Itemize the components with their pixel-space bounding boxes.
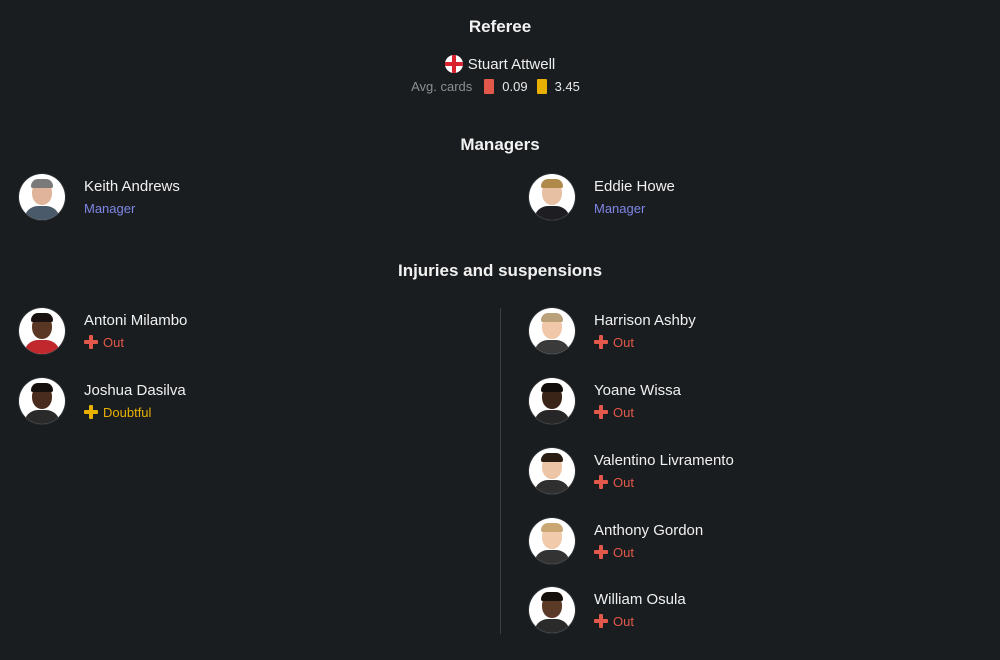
injured-player[interactable]: Anthony Gordon Out [529, 517, 703, 565]
player-avatar [529, 308, 575, 354]
status-out: Out [594, 612, 686, 631]
managers-section-title: Managers [460, 135, 540, 154]
status-label: Out [613, 404, 634, 420]
red-card-icon [484, 79, 495, 94]
player-name: Anthony Gordon [594, 521, 704, 539]
away-manager[interactable]: Eddie Howe Manager [529, 173, 675, 221]
injured-player[interactable]: Valentino Livramento Out [529, 447, 734, 495]
column-divider [500, 308, 501, 634]
manager-avatar [19, 174, 65, 220]
avg-cards-label: Avg. cards [411, 79, 473, 94]
yellow-card-average: 3.45 [554, 79, 580, 94]
status-out: Out [594, 543, 703, 562]
player-avatar [529, 448, 575, 494]
referee-avg-cards: Avg. cards 0.09 3.45 [0, 79, 1000, 94]
player-name: Harrison Ashby [594, 311, 696, 329]
injury-cross-icon [594, 405, 608, 419]
player-name: Valentino Livramento [594, 451, 734, 469]
player-avatar [529, 587, 575, 633]
referee-section-title: Referee [468, 17, 532, 36]
injured-player[interactable]: Joshua Dasilva Doubtful [19, 377, 186, 425]
manager-name: Keith Andrews [84, 177, 180, 195]
player-avatar [19, 308, 65, 354]
manager-avatar [529, 174, 575, 220]
status-label: Out [613, 474, 634, 490]
player-avatar [19, 378, 65, 424]
injured-player[interactable]: Antoni Milambo Out [19, 307, 187, 355]
player-avatar [529, 378, 575, 424]
player-name: Yoane Wissa [594, 381, 681, 399]
england-flag-icon [444, 55, 463, 73]
injury-cross-icon [594, 475, 608, 489]
status-label: Out [613, 334, 634, 350]
status-label: Out [103, 334, 124, 350]
injured-player[interactable]: William Osula Out [529, 586, 686, 634]
injuries-section-title: Injuries and suspensions [397, 261, 603, 280]
yellow-card-icon [536, 79, 547, 94]
player-name: Antoni Milambo [84, 311, 188, 329]
manager-role: Manager [84, 200, 136, 216]
injury-cross-icon [594, 614, 608, 628]
injury-cross-icon [84, 405, 98, 419]
status-label: Out [613, 613, 634, 629]
status-doubtful: Doubtful [84, 403, 186, 422]
player-name: William Osula [594, 590, 686, 608]
manager-name: Eddie Howe [594, 177, 675, 195]
injury-cross-icon [594, 335, 608, 349]
home-manager[interactable]: Keith Andrews Manager [19, 173, 180, 221]
player-name: Joshua Dasilva [84, 381, 186, 399]
status-out: Out [594, 473, 734, 492]
status-out: Out [84, 333, 187, 352]
referee-name: Stuart Attwell [467, 55, 556, 73]
status-out: Out [594, 333, 696, 352]
manager-role: Manager [594, 200, 646, 216]
injury-cross-icon [594, 545, 608, 559]
injured-player[interactable]: Yoane Wissa Out [529, 377, 681, 425]
injured-player[interactable]: Harrison Ashby Out [529, 307, 696, 355]
status-label: Doubtful [103, 404, 152, 420]
injury-cross-icon [84, 335, 98, 349]
referee-name-row: Stuart Attwell [0, 55, 1000, 73]
player-avatar [529, 518, 575, 564]
red-card-average: 0.09 [502, 79, 528, 94]
status-label: Out [613, 544, 634, 560]
status-out: Out [594, 403, 681, 422]
